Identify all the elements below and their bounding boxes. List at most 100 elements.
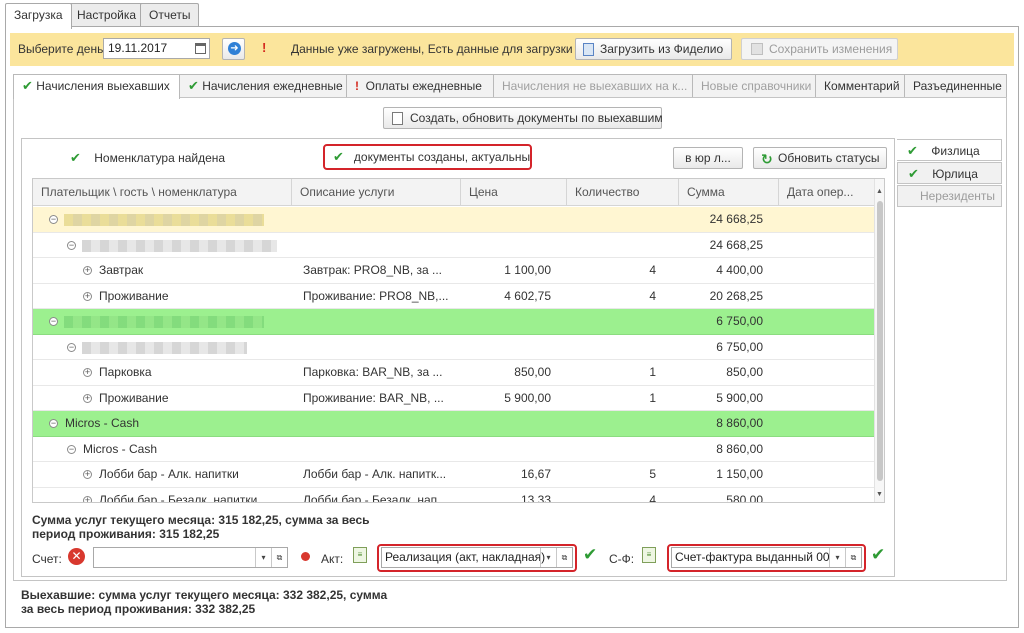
- col-sum[interactable]: Сумма: [679, 179, 779, 206]
- cell-quantity: [567, 207, 656, 232]
- error-icon: ✕: [68, 548, 85, 565]
- cell-description: Лобби бар - Алк. напитк...: [303, 467, 447, 481]
- collapse-icon[interactable]: −: [67, 444, 76, 454]
- generate-sf-icon[interactable]: ≡: [642, 547, 656, 563]
- table-row[interactable]: + Лобби бар - Алк. напитки Лобби бар - Алк…: [33, 462, 876, 488]
- table-row[interactable]: + Завтрак Завтрак: PRO8_NB, за ... 1 100,00…: [33, 258, 876, 284]
- table-row[interactable]: − 6 750,00: [33, 335, 876, 360]
- table-row[interactable]: − 24 668,25: [33, 207, 876, 233]
- cell-description: [303, 233, 463, 258]
- col-quantity[interactable]: Количество: [567, 179, 679, 206]
- col-price[interactable]: Цена: [461, 179, 567, 206]
- cell-sum: 850,00: [726, 365, 763, 379]
- cell-price: 1 100,00: [504, 263, 551, 277]
- scroll-down-icon[interactable]: ▼: [876, 491, 883, 498]
- nomenclature-status-label: Номенклатура найдена: [94, 151, 226, 165]
- cell-sum: 8 860,00: [716, 416, 763, 430]
- redacted-name: [82, 341, 247, 354]
- scroll-thumb[interactable]: [877, 201, 883, 481]
- cell-description: Парковка: BAR_NB, за ...: [303, 365, 443, 379]
- calendar-icon[interactable]: [195, 43, 206, 54]
- check-icon: ✔: [907, 143, 918, 158]
- account-open-icon[interactable]: ⧉: [271, 548, 287, 567]
- col-description[interactable]: Описание услуги: [292, 179, 461, 206]
- cell-quantity: 1: [649, 390, 656, 405]
- side-tab-individuals[interactable]: ✔ Физлица: [897, 139, 1002, 161]
- table-row[interactable]: + Проживание Проживание: BAR_NB, ... 5 900,…: [33, 386, 876, 411]
- col-payer[interactable]: Плательщик \ гость \ номенклатура: [33, 179, 292, 206]
- load-fidelio-button[interactable]: Загрузить из Фиделио: [575, 38, 732, 60]
- table-row[interactable]: − Micros - Cash 8 860,00: [33, 437, 876, 462]
- cell-name: Завтрак: [99, 263, 144, 277]
- tab-settings[interactable]: Настройка: [68, 3, 146, 27]
- expand-icon[interactable]: +: [83, 393, 92, 403]
- account-dropdown-icon[interactable]: ▾: [255, 548, 271, 567]
- collapse-icon[interactable]: −: [49, 317, 58, 326]
- tab-departed-charges[interactable]: ✔ Начисления выехавших: [13, 74, 180, 99]
- expand-icon[interactable]: +: [83, 266, 92, 275]
- tab-non-departed-charges[interactable]: Начисления не выехавших на к...: [493, 74, 693, 97]
- cell-price: [461, 411, 551, 436]
- tab-daily-payments[interactable]: ! Оплаты ежедневные: [346, 74, 494, 97]
- next-day-button[interactable]: ➜: [222, 38, 245, 60]
- cell-name: Проживание: [99, 390, 169, 405]
- cell-quantity: [567, 411, 656, 436]
- collapse-icon[interactable]: −: [67, 342, 76, 352]
- to-legal-button[interactable]: в юр л...: [673, 147, 743, 169]
- cell-price: 13,33: [520, 492, 551, 503]
- cell-name: Лобби бар - Алк. напитки: [99, 467, 239, 481]
- expand-icon[interactable]: +: [83, 291, 92, 301]
- collapse-icon[interactable]: −: [49, 419, 58, 428]
- expand-icon[interactable]: +: [83, 368, 92, 377]
- tab-upload[interactable]: Загрузка: [5, 3, 72, 29]
- cell-name: Проживание: [99, 288, 169, 303]
- redacted-name: [82, 239, 277, 252]
- table-row[interactable]: − 24 668,25: [33, 233, 876, 258]
- cell-quantity: 4: [649, 492, 656, 503]
- cell-description: [303, 309, 463, 334]
- cell-quantity: [567, 309, 656, 334]
- cell-description: Проживание: PRO8_NB,...: [303, 288, 449, 303]
- refresh-status-button[interactable]: ↻ Обновить статусы: [753, 147, 887, 169]
- tab-comment[interactable]: Комментарий: [815, 74, 905, 97]
- tab-daily-charges[interactable]: ✔ Начисления ежедневные: [179, 74, 347, 97]
- tab-reports[interactable]: Отчеты: [140, 3, 200, 27]
- cell-price: [461, 309, 551, 334]
- sf-highlight-frame: [667, 544, 866, 572]
- scroll-up-icon[interactable]: ▲: [876, 188, 883, 195]
- side-tab-nonresidents[interactable]: Нерезиденты: [897, 185, 1002, 207]
- generate-act-icon[interactable]: ≡: [353, 547, 367, 563]
- footer-summary-line1: Выехавшие: сумма услуг текущего месяца: …: [21, 588, 388, 602]
- cell-name: Micros - Cash: [83, 441, 158, 456]
- table-row[interactable]: + Парковка Парковка: BAR_NB, за ... 850,00 1…: [33, 360, 876, 386]
- tab-disconnected[interactable]: Разъединенные: [904, 74, 1007, 97]
- cell-price: 4 602,75: [504, 288, 551, 303]
- collapse-icon[interactable]: −: [67, 240, 76, 250]
- col-date[interactable]: Дата опер...: [779, 179, 876, 206]
- cell-sum: 1 150,00: [716, 467, 763, 481]
- cell-sum: 5 900,00: [716, 390, 763, 405]
- footer-summary-line2: за весь период проживания: 332 382,25: [21, 602, 256, 616]
- warning-icon: !: [262, 40, 267, 55]
- table-row[interactable]: + Проживание Проживание: PRO8_NB,... 4 602,…: [33, 284, 876, 309]
- cell-quantity: 4: [649, 288, 656, 303]
- expand-icon[interactable]: +: [83, 495, 92, 502]
- day-label: Выберите день:: [18, 42, 107, 56]
- account-field[interactable]: ▾ ⧉: [93, 547, 288, 568]
- create-documents-button[interactable]: Создать, обновить документы по выехавшим: [383, 107, 663, 129]
- table-row[interactable]: + Лобби бар - Безалк. напитки Лобби бар - …: [33, 488, 876, 503]
- cell-price: 5 900,00: [504, 390, 551, 405]
- sf-ok-icon: ✔: [871, 545, 886, 564]
- cell-quantity: [567, 437, 656, 462]
- save-changes-button[interactable]: Сохранить изменения: [741, 38, 898, 60]
- tab-new-references[interactable]: Новые справочники: [692, 74, 816, 97]
- cell-description: [303, 411, 463, 436]
- expand-icon[interactable]: +: [83, 470, 92, 479]
- table-row[interactable]: − Micros - Cash 8 860,00: [33, 411, 876, 437]
- collapse-icon[interactable]: −: [49, 215, 58, 224]
- table-scrollbar[interactable]: ▲ ▼: [874, 179, 884, 502]
- cell-sum: 6 750,00: [716, 314, 763, 328]
- date-field[interactable]: 19.11.2017: [103, 38, 210, 59]
- side-tab-legal[interactable]: ✔ Юрлица: [897, 162, 1002, 184]
- table-row[interactable]: − 6 750,00: [33, 309, 876, 335]
